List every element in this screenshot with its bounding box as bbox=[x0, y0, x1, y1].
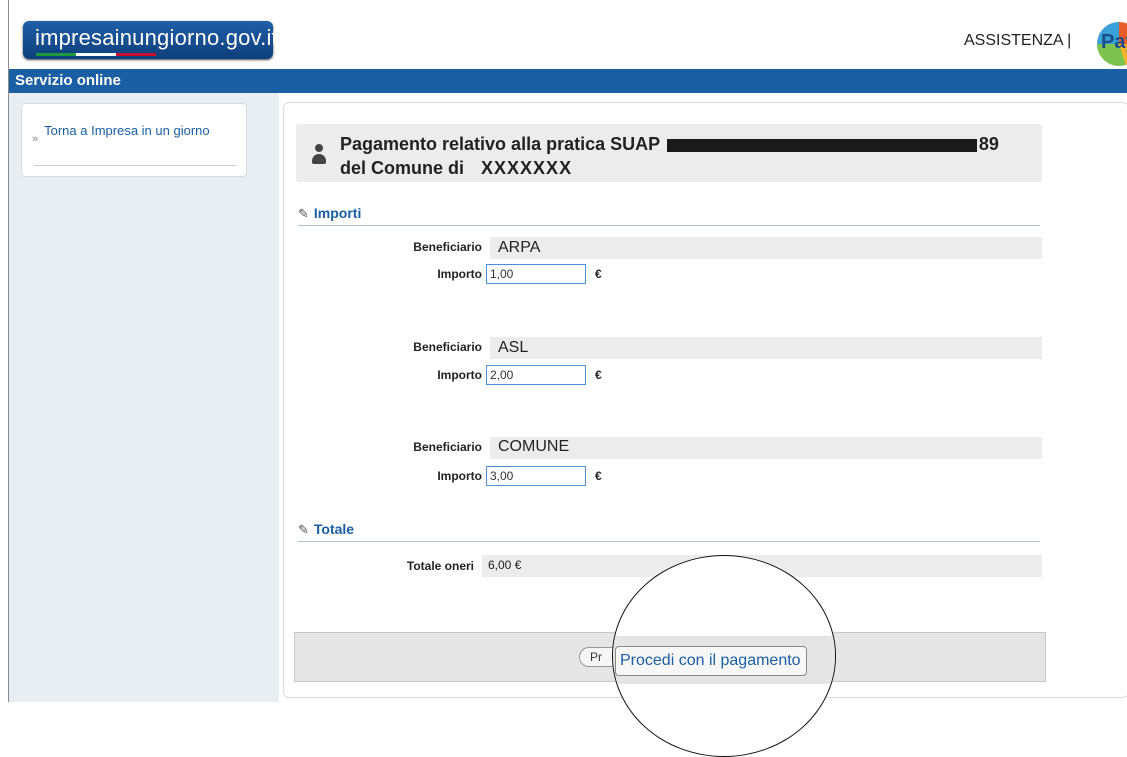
sidebar-item-back-home[interactable]: » Torna a Impresa in un giorno bbox=[32, 123, 232, 147]
totale-label: Totale oneri bbox=[406, 559, 474, 573]
importo-label: Importo bbox=[437, 469, 482, 483]
importo-label: Importo bbox=[437, 267, 482, 281]
title-suffix: 89 bbox=[978, 134, 999, 154]
currency-symbol: € bbox=[595, 469, 602, 483]
pencil-icon: ✎ bbox=[298, 206, 309, 221]
importo-input-arpa[interactable] bbox=[486, 264, 586, 284]
beneficiario-value: ARPA bbox=[498, 239, 541, 256]
section-importi: ✎ Importi bbox=[298, 205, 1040, 226]
beneficiario-bar bbox=[490, 437, 1042, 459]
proceed-payment-button[interactable]: Procedi con il pagamento bbox=[615, 646, 807, 676]
importo-label: Importo bbox=[437, 368, 482, 382]
importo-input-comune[interactable] bbox=[486, 466, 586, 486]
pay-logo-text: Pay bbox=[1101, 31, 1127, 53]
beneficiario-value: ASL bbox=[498, 339, 529, 356]
service-title: Servizio online bbox=[15, 72, 121, 89]
importo-input-asl[interactable] bbox=[486, 365, 586, 385]
section-totale: ✎ Totale bbox=[298, 521, 1040, 542]
subtitle-prefix: del Comune di bbox=[340, 158, 465, 178]
beneficiario-label: Beneficiario bbox=[413, 340, 482, 354]
sidebar-divider bbox=[34, 165, 236, 166]
sidebar: » Torna a Impresa in un giorno bbox=[9, 93, 279, 702]
assistenza-link[interactable]: ASSISTENZA | bbox=[964, 32, 1071, 50]
logo-text: impresainungiorno.gov.it bbox=[35, 25, 278, 50]
comune-name: XXXXXXX bbox=[481, 158, 573, 178]
beneficiario-bar bbox=[490, 237, 1042, 259]
site-header: impresainungiorno.gov.it ASSISTENZA | Pa… bbox=[9, 0, 1127, 68]
bullet-icon: » bbox=[32, 133, 39, 145]
beneficiario-value: COMUNE bbox=[498, 438, 570, 455]
section-totale-title: Totale bbox=[313, 521, 355, 537]
currency-symbol: € bbox=[595, 267, 602, 281]
currency-symbol: € bbox=[595, 368, 602, 382]
sidebar-item-label: Torna a Impresa in un giorno bbox=[44, 123, 210, 138]
pencil-icon: ✎ bbox=[298, 522, 309, 537]
site-logo[interactable]: impresainungiorno.gov.it bbox=[23, 21, 278, 59]
logo-flag bbox=[36, 53, 156, 56]
page-title: Pagamento relativo alla pratica SUAP 89 bbox=[340, 134, 999, 155]
beneficiario-label: Beneficiario bbox=[413, 440, 482, 454]
user-icon bbox=[312, 144, 326, 166]
redacted-practice-id bbox=[666, 138, 977, 152]
totale-value: 6,00 € bbox=[488, 558, 522, 572]
page-title-box: Pagamento relativo alla pratica SUAP 89 … bbox=[296, 124, 1042, 182]
beneficiario-bar bbox=[490, 337, 1042, 359]
page-subtitle: del Comune di XXXXXXX bbox=[340, 158, 572, 179]
sidebar-menu: » Torna a Impresa in un giorno bbox=[21, 103, 247, 177]
beneficiario-label: Beneficiario bbox=[413, 240, 482, 254]
pay-logo: Pay bbox=[1097, 22, 1127, 66]
section-importi-title: Importi bbox=[313, 205, 362, 221]
magnifier-highlight: Procedi con il pagamento bbox=[612, 555, 836, 757]
service-bar: Servizio online bbox=[9, 69, 1127, 93]
title-prefix: Pagamento relativo alla pratica SUAP bbox=[340, 134, 660, 154]
